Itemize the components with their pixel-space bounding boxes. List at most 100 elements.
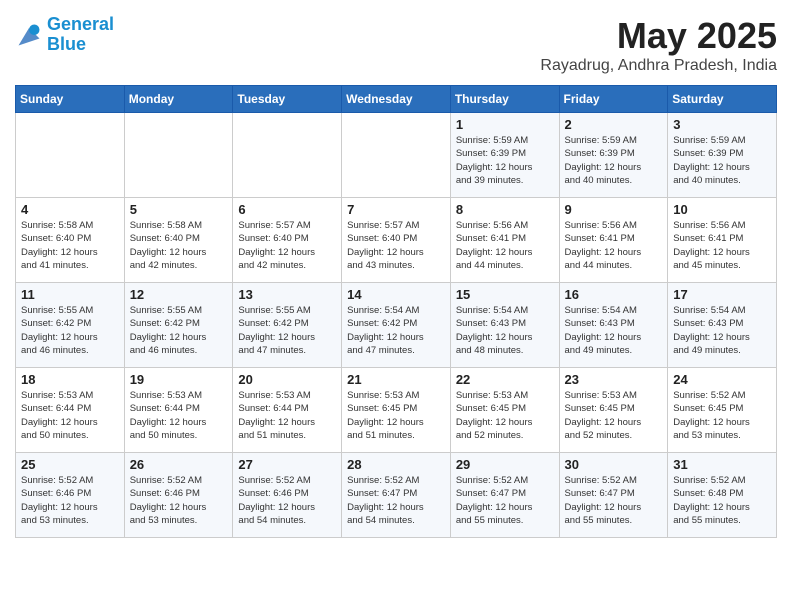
- day-info: Sunrise: 5:56 AM Sunset: 6:41 PM Dayligh…: [673, 219, 771, 272]
- calendar-cell: 4Sunrise: 5:58 AM Sunset: 6:40 PM Daylig…: [16, 198, 125, 283]
- day-number: 22: [456, 372, 554, 387]
- day-info: Sunrise: 5:52 AM Sunset: 6:45 PM Dayligh…: [673, 389, 771, 442]
- calendar-cell: 16 Sunrise: 5:54 AM Sunset: 6:43 PM Dayli…: [559, 283, 668, 368]
- day-info: Sunrise: 5:54 AM Sunset: 6:43 PM Dayligh…: [456, 304, 554, 357]
- logo: General Blue: [15, 15, 114, 55]
- day-info: Sunrise: 5:53 AM Sunset: 6:45 PM Dayligh…: [565, 389, 663, 442]
- calendar-cell: 31 Sunrise: 5:52 AM Sunset: 6:48 PM Dayli…: [668, 453, 777, 538]
- day-info: Sunrise: 5:55 AM Sunset: 6:42 PM Dayligh…: [130, 304, 228, 357]
- calendar-cell: 2Sunrise: 5:59 AM Sunset: 6:39 PM Daylig…: [559, 113, 668, 198]
- calendar-cell: 9Sunrise: 5:56 AM Sunset: 6:41 PM Daylig…: [559, 198, 668, 283]
- calendar-cell: [342, 113, 451, 198]
- day-info: Sunrise: 5:52 AM Sunset: 6:47 PM Dayligh…: [347, 474, 445, 527]
- day-number: 9: [565, 202, 663, 217]
- weekday-header-row: SundayMondayTuesdayWednesdayThursdayFrid…: [16, 86, 777, 113]
- calendar-cell: 26Sunrise: 5:52 AM Sunset: 6:46 PM Dayli…: [124, 453, 233, 538]
- day-number: 21: [347, 372, 445, 387]
- calendar-cell: 3Sunrise: 5:59 AM Sunset: 6:39 PM Daylig…: [668, 113, 777, 198]
- day-number: 6: [238, 202, 336, 217]
- day-number: 13: [238, 287, 336, 302]
- calendar-cell: 28 Sunrise: 5:52 AM Sunset: 6:47 PM Dayli…: [342, 453, 451, 538]
- calendar-cell: 6 Sunrise: 5:57 AM Sunset: 6:40 PM Daylig…: [233, 198, 342, 283]
- calendar-cell: 24Sunrise: 5:52 AM Sunset: 6:45 PM Dayli…: [668, 368, 777, 453]
- day-number: 14: [347, 287, 445, 302]
- day-number: 12: [130, 287, 228, 302]
- day-info: Sunrise: 5:52 AM Sunset: 6:47 PM Dayligh…: [456, 474, 554, 527]
- calendar-week-1: 1 Sunrise: 5:59 AM Sunset: 6:39 PM Daylig…: [16, 113, 777, 198]
- day-info: Sunrise: 5:57 AM Sunset: 6:40 PM Dayligh…: [347, 219, 445, 272]
- day-info: Sunrise: 5:57 AM Sunset: 6:40 PM Dayligh…: [238, 219, 336, 272]
- day-info: Sunrise: 5:55 AM Sunset: 6:42 PM Dayligh…: [21, 304, 119, 357]
- location: Rayadrug, Andhra Pradesh, India: [540, 57, 777, 75]
- day-number: 29: [456, 457, 554, 472]
- day-number: 15: [456, 287, 554, 302]
- day-info: Sunrise: 5:59 AM Sunset: 6:39 PM Dayligh…: [456, 134, 554, 187]
- calendar-week-5: 25 Sunrise: 5:52 AM Sunset: 6:46 PM Dayli…: [16, 453, 777, 538]
- weekday-header-sunday: Sunday: [16, 86, 125, 113]
- day-number: 18: [21, 372, 119, 387]
- calendar-cell: 1 Sunrise: 5:59 AM Sunset: 6:39 PM Daylig…: [450, 113, 559, 198]
- day-info: Sunrise: 5:52 AM Sunset: 6:47 PM Dayligh…: [565, 474, 663, 527]
- calendar-cell: 23 Sunrise: 5:53 AM Sunset: 6:45 PM Dayli…: [559, 368, 668, 453]
- calendar-week-2: 4Sunrise: 5:58 AM Sunset: 6:40 PM Daylig…: [16, 198, 777, 283]
- day-number: 26: [130, 457, 228, 472]
- day-number: 3: [673, 117, 771, 132]
- calendar-cell: 30 Sunrise: 5:52 AM Sunset: 6:47 PM Dayli…: [559, 453, 668, 538]
- weekday-header-saturday: Saturday: [668, 86, 777, 113]
- calendar-cell: 14Sunrise: 5:54 AM Sunset: 6:42 PM Dayli…: [342, 283, 451, 368]
- day-number: 10: [673, 202, 771, 217]
- day-number: 5: [130, 202, 228, 217]
- day-number: 31: [673, 457, 771, 472]
- calendar-cell: 22 Sunrise: 5:53 AM Sunset: 6:45 PM Dayli…: [450, 368, 559, 453]
- day-number: 7: [347, 202, 445, 217]
- day-info: Sunrise: 5:53 AM Sunset: 6:44 PM Dayligh…: [130, 389, 228, 442]
- page-header: General Blue May 2025 Rayadrug, Andhra P…: [15, 15, 777, 75]
- day-info: Sunrise: 5:54 AM Sunset: 6:43 PM Dayligh…: [565, 304, 663, 357]
- calendar-cell: [233, 113, 342, 198]
- calendar-cell: [16, 113, 125, 198]
- weekday-header-monday: Monday: [124, 86, 233, 113]
- day-info: Sunrise: 5:52 AM Sunset: 6:48 PM Dayligh…: [673, 474, 771, 527]
- month-year: May 2025: [540, 15, 777, 57]
- day-info: Sunrise: 5:53 AM Sunset: 6:45 PM Dayligh…: [347, 389, 445, 442]
- calendar-cell: 15 Sunrise: 5:54 AM Sunset: 6:43 PM Dayli…: [450, 283, 559, 368]
- weekday-header-thursday: Thursday: [450, 86, 559, 113]
- calendar-cell: 25Sunrise: 5:52 AM Sunset: 6:46 PM Dayli…: [16, 453, 125, 538]
- calendar-cell: 7 Sunrise: 5:57 AM Sunset: 6:40 PM Daylig…: [342, 198, 451, 283]
- day-info: Sunrise: 5:56 AM Sunset: 6:41 PM Dayligh…: [456, 219, 554, 272]
- day-info: Sunrise: 5:58 AM Sunset: 6:40 PM Dayligh…: [130, 219, 228, 272]
- calendar-cell: 21 Sunrise: 5:53 AM Sunset: 6:45 PM Dayli…: [342, 368, 451, 453]
- day-number: 28: [347, 457, 445, 472]
- day-number: 1: [456, 117, 554, 132]
- logo-icon: [15, 21, 43, 49]
- day-info: Sunrise: 5:53 AM Sunset: 6:45 PM Dayligh…: [456, 389, 554, 442]
- day-number: 23: [565, 372, 663, 387]
- day-number: 17: [673, 287, 771, 302]
- weekday-header-tuesday: Tuesday: [233, 86, 342, 113]
- day-info: Sunrise: 5:52 AM Sunset: 6:46 PM Dayligh…: [238, 474, 336, 527]
- title-area: May 2025 Rayadrug, Andhra Pradesh, India: [540, 15, 777, 75]
- calendar-cell: 29 Sunrise: 5:52 AM Sunset: 6:47 PM Dayli…: [450, 453, 559, 538]
- day-number: 19: [130, 372, 228, 387]
- calendar-cell: 13Sunrise: 5:55 AM Sunset: 6:42 PM Dayli…: [233, 283, 342, 368]
- day-info: Sunrise: 5:54 AM Sunset: 6:43 PM Dayligh…: [673, 304, 771, 357]
- weekday-header-wednesday: Wednesday: [342, 86, 451, 113]
- calendar-cell: 27Sunrise: 5:52 AM Sunset: 6:46 PM Dayli…: [233, 453, 342, 538]
- day-info: Sunrise: 5:53 AM Sunset: 6:44 PM Dayligh…: [21, 389, 119, 442]
- calendar-cell: 5 Sunrise: 5:58 AM Sunset: 6:40 PM Daylig…: [124, 198, 233, 283]
- day-number: 2: [565, 117, 663, 132]
- day-number: 30: [565, 457, 663, 472]
- calendar-table: SundayMondayTuesdayWednesdayThursdayFrid…: [15, 85, 777, 538]
- calendar-cell: 12 Sunrise: 5:55 AM Sunset: 6:42 PM Dayli…: [124, 283, 233, 368]
- calendar-cell: 20Sunrise: 5:53 AM Sunset: 6:44 PM Dayli…: [233, 368, 342, 453]
- calendar-cell: 11 Sunrise: 5:55 AM Sunset: 6:42 PM Dayli…: [16, 283, 125, 368]
- day-number: 11: [21, 287, 119, 302]
- day-number: 16: [565, 287, 663, 302]
- calendar-cell: 18 Sunrise: 5:53 AM Sunset: 6:44 PM Dayli…: [16, 368, 125, 453]
- day-number: 8: [456, 202, 554, 217]
- logo-text: General Blue: [47, 15, 114, 55]
- weekday-header-friday: Friday: [559, 86, 668, 113]
- day-number: 25: [21, 457, 119, 472]
- day-number: 20: [238, 372, 336, 387]
- day-info: Sunrise: 5:58 AM Sunset: 6:40 PM Dayligh…: [21, 219, 119, 272]
